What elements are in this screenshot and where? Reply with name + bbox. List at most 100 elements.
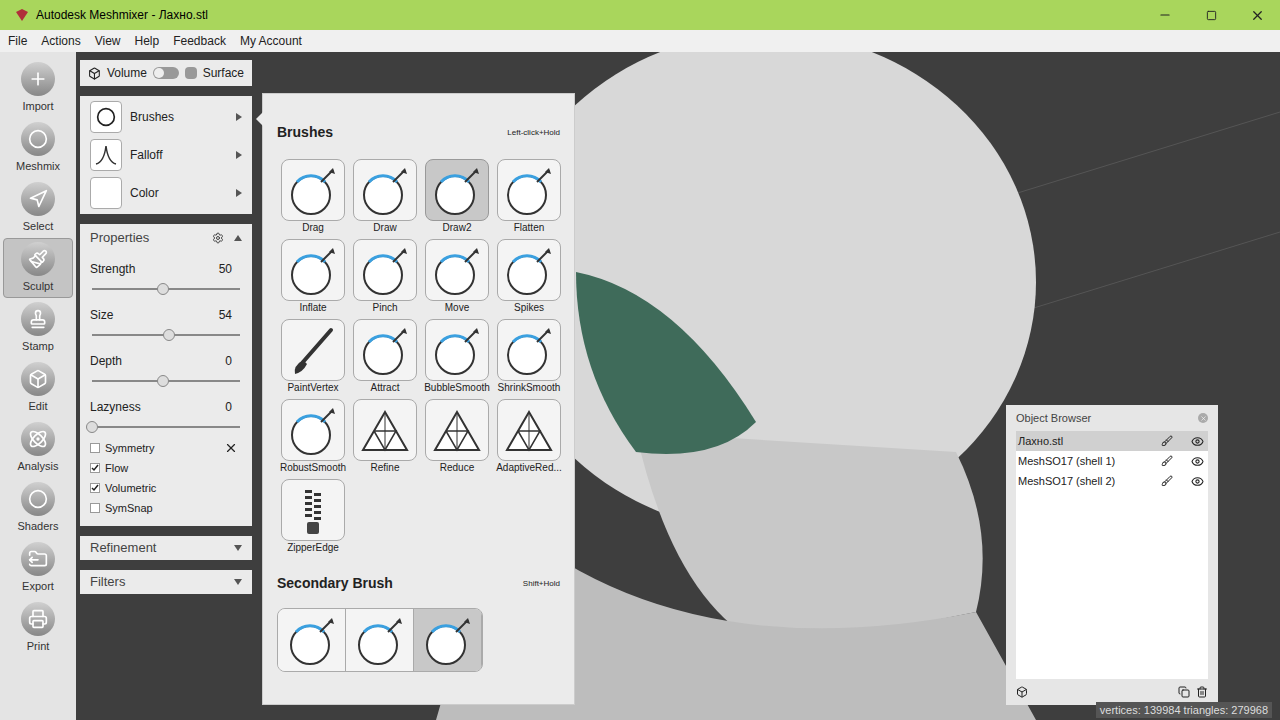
brush-icon	[96, 107, 116, 127]
toolbar-button[interactable]: Shaders	[3, 478, 73, 538]
toolbar-button[interactable]: Stamp	[3, 298, 73, 358]
collapsed-section[interactable]: Filters	[80, 570, 252, 594]
checkbox-row[interactable]: SymSnap	[90, 500, 242, 516]
object-browser: Object BrowserЛахно.stlMeshSO17 (shell 1…	[1006, 405, 1218, 705]
sphere-brush-icon	[285, 242, 341, 298]
app-logo-icon	[14, 7, 30, 23]
mesh-brush-icon	[357, 402, 413, 458]
tools-icon	[224, 441, 238, 455]
brush-button[interactable]: Spikes	[497, 239, 561, 315]
brush-button[interactable]: Pinch	[353, 239, 417, 315]
brush-button[interactable]: ZipperEdge	[281, 479, 345, 555]
object-row[interactable]: MeshSO17 (shell 1)	[1016, 451, 1208, 471]
properties-section: PropertiesStrength50Size54Depth0Lazyness…	[80, 224, 252, 526]
brush-button[interactable]: PaintVertex	[281, 319, 345, 395]
object-row[interactable]: MeshSO17 (shell 2)	[1016, 471, 1208, 491]
section-header[interactable]: Properties	[90, 224, 242, 252]
object-icon	[1016, 686, 1028, 698]
toolbar-button[interactable]: Analysis	[3, 418, 73, 478]
paintbrush-icon	[285, 322, 341, 378]
secondary-brush-button[interactable]	[414, 609, 482, 671]
slider[interactable]	[92, 288, 240, 290]
brush-button[interactable]: Move	[425, 239, 489, 315]
menu-bar: File Actions View Help Feedback My Account	[0, 30, 1280, 52]
zipper-icon	[285, 482, 341, 538]
tool-icon	[28, 129, 48, 149]
toolbar-button[interactable]: Export	[3, 538, 73, 598]
slider[interactable]	[92, 426, 240, 428]
sphere-brush-icon	[429, 162, 485, 218]
sphere-brush-icon	[429, 242, 485, 298]
secondary-brush-button[interactable]	[278, 609, 346, 671]
brush-button[interactable]: Drag	[281, 159, 345, 235]
edit-icon	[1161, 455, 1173, 467]
brush-button[interactable]: BubbleSmooth	[425, 319, 489, 395]
falloff-icon	[95, 144, 117, 166]
toolbar-button[interactable]: Meshmix	[3, 118, 73, 178]
close-button[interactable]	[1234, 0, 1280, 30]
object-row[interactable]: Лахно.stl	[1016, 431, 1208, 451]
close-icon	[1200, 415, 1207, 422]
tool-icon	[28, 609, 48, 629]
sphere-brush-icon	[357, 162, 413, 218]
close-panel-button[interactable]	[1198, 413, 1208, 423]
tool-icon	[28, 249, 48, 269]
panel-row[interactable]: Brushes	[80, 98, 252, 136]
brush-button[interactable]: Attract	[353, 319, 417, 395]
maximize-icon	[1206, 10, 1217, 21]
slider[interactable]	[92, 334, 240, 336]
panel-row[interactable]: Falloff	[80, 136, 252, 174]
visibility-icon	[1191, 475, 1204, 488]
panel-row[interactable]: Color	[80, 174, 252, 212]
check-icon	[91, 464, 99, 472]
mesh-brush-icon	[429, 402, 485, 458]
delete-icon	[1196, 686, 1208, 698]
viewport[interactable]: VolumeSurface BrushesFalloffColor Properti…	[76, 52, 1280, 720]
toolbar-button[interactable]: Sculpt	[3, 238, 73, 298]
arrow-right-icon	[236, 189, 242, 197]
brushes-popup: BrushesLeft-click+HoldDragDrawDraw2Flatt…	[262, 93, 575, 705]
window-title: Autodesk Meshmixer - Лахно.stl	[36, 6, 208, 24]
brush-button[interactable]: AdaptiveRed...	[497, 399, 561, 475]
brush-button[interactable]: Reduce	[425, 399, 489, 475]
toolbar-button[interactable]: Edit	[3, 358, 73, 418]
brush-button[interactable]: RobustSmooth	[281, 399, 345, 475]
brush-button[interactable]: Draw	[353, 159, 417, 235]
menu-item[interactable]: My Account	[240, 32, 302, 50]
toolbar-button[interactable]: Print	[3, 598, 73, 658]
arrow-right-icon	[236, 113, 242, 121]
checkbox-row[interactable]: Symmetry	[90, 440, 242, 456]
brush-button[interactable]: Refine	[353, 399, 417, 475]
tool-icon	[28, 189, 48, 209]
checkbox-row[interactable]: Flow	[90, 460, 242, 476]
mode-toggle[interactable]: VolumeSurface	[80, 60, 252, 86]
slider-row: Strength50	[90, 252, 242, 298]
collapsed-section[interactable]: Refinement	[80, 536, 252, 560]
menu-item[interactable]: Feedback	[173, 32, 226, 50]
checkbox-row[interactable]: Volumetric	[90, 480, 242, 496]
sphere-brush-icon	[429, 322, 485, 378]
brush-button[interactable]: Inflate	[281, 239, 345, 315]
maximize-button[interactable]	[1188, 0, 1234, 30]
brush-button[interactable]: ShrinkSmooth	[497, 319, 561, 395]
brush-button[interactable]: Draw2	[425, 159, 489, 235]
sphere-brush-icon	[352, 612, 408, 668]
left-toolbar: ImportMeshmixSelectSculptStampEditAnalys…	[0, 52, 76, 720]
expand-icon	[234, 579, 242, 585]
tool-icon	[28, 369, 48, 389]
menu-item[interactable]: File	[8, 32, 27, 50]
menu-item[interactable]: Actions	[41, 32, 80, 50]
minimize-button[interactable]	[1142, 0, 1188, 30]
tool-icon	[28, 429, 48, 449]
app-window: Autodesk Meshmixer - Лахно.stl File Action…	[0, 0, 1280, 720]
brush-button[interactable]: Flatten	[497, 159, 561, 235]
collapse-icon	[234, 235, 242, 241]
menu-item[interactable]: Help	[135, 32, 160, 50]
toolbar-button[interactable]: Import	[3, 58, 73, 118]
tool-panel: VolumeSurface BrushesFalloffColor Properti…	[80, 60, 252, 594]
toolbar-button[interactable]: Select	[3, 178, 73, 238]
secondary-brush-button[interactable]	[346, 609, 414, 671]
menu-item[interactable]: View	[95, 32, 121, 50]
slider-row: Size54	[90, 298, 242, 344]
slider[interactable]	[92, 380, 240, 382]
